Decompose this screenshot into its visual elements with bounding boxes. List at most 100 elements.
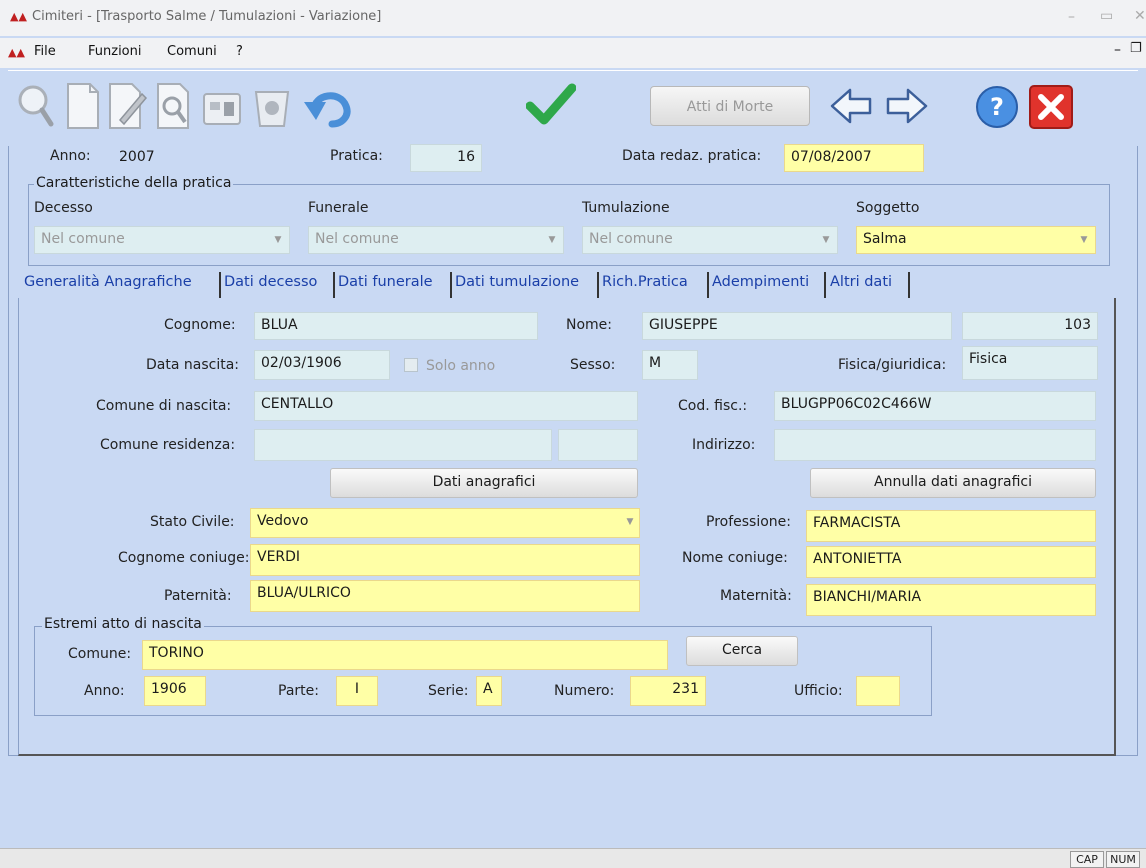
new-document-icon[interactable] xyxy=(64,82,102,130)
anno-field[interactable]: 2007 xyxy=(112,144,172,172)
cognome-coniuge-field[interactable]: VERDI xyxy=(250,544,640,576)
atto-comune-label: Comune: xyxy=(68,646,132,662)
soggetto-select[interactable]: Salma xyxy=(856,226,1096,254)
comune-nascita-field[interactable]: CENTALLO xyxy=(254,391,638,421)
tab-generalita-anagrafiche[interactable]: Generalità Anagrafiche xyxy=(24,274,192,290)
caratteristiche-title: Caratteristiche della pratica xyxy=(34,175,234,191)
comune-residenza-label: Comune residenza: xyxy=(100,437,236,453)
sesso-field[interactable]: M xyxy=(642,350,698,380)
chevron-down-icon[interactable]: ▼ xyxy=(1078,234,1090,246)
mdi-minimize-icon[interactable]: – xyxy=(1114,42,1121,58)
cerca-button[interactable]: Cerca xyxy=(686,636,798,666)
maternita-label: Maternità: xyxy=(720,588,792,604)
tumulazione-select[interactable]: Nel comune xyxy=(582,226,838,254)
app-logo-icon: ▲▲ xyxy=(10,10,27,23)
paternita-field[interactable]: BLUA/ULRICO xyxy=(250,580,640,612)
tab-adempimenti[interactable]: Adempimenti xyxy=(712,274,809,290)
cap-indicator: CAP xyxy=(1070,851,1104,868)
cognome-label: Cognome: xyxy=(164,317,236,333)
search-icon[interactable] xyxy=(14,82,54,128)
codice-field[interactable]: 103 xyxy=(962,312,1098,340)
menu-file[interactable]: File xyxy=(34,44,56,59)
chevron-down-icon[interactable]: ▼ xyxy=(272,234,284,246)
nome-field[interactable]: GIUSEPPE xyxy=(642,312,952,340)
tab-dati-decesso[interactable]: Dati decesso xyxy=(224,274,317,290)
fisica-giuridica-field[interactable]: Fisica xyxy=(962,346,1098,380)
maternita-field[interactable]: BIANCHI/MARIA xyxy=(806,584,1096,616)
comune-residenza-code-field[interactable] xyxy=(558,429,638,461)
help-icon[interactable]: ? xyxy=(974,84,1020,130)
ufficio-field[interactable] xyxy=(856,676,900,706)
annulla-dati-anagrafici-button[interactable]: Annulla dati anagrafici xyxy=(810,468,1096,498)
tab-dati-funerale[interactable]: Dati funerale xyxy=(338,274,433,290)
tab-separator xyxy=(333,272,335,298)
tab-rich-pratica[interactable]: Rich.Pratica xyxy=(602,274,688,290)
funerale-select[interactable]: Nel comune xyxy=(308,226,564,254)
svg-text:?: ? xyxy=(990,93,1004,121)
chevron-down-icon[interactable]: ▼ xyxy=(546,234,558,246)
solo-anno-label: Solo anno xyxy=(426,358,496,374)
next-record-icon[interactable] xyxy=(884,86,930,126)
nome-label: Nome: xyxy=(566,317,613,333)
undo-icon[interactable] xyxy=(300,80,356,130)
cognome-field[interactable]: BLUA xyxy=(254,312,538,340)
menu-help[interactable]: ? xyxy=(236,44,243,59)
nome-coniuge-field[interactable]: ANTONIETTA xyxy=(806,546,1096,578)
atti-di-morte-button[interactable]: Atti di Morte xyxy=(650,86,810,126)
tumulazione-label: Tumulazione xyxy=(582,200,670,216)
numero-label: Numero: xyxy=(554,683,615,699)
professione-field[interactable]: FARMACISTA xyxy=(806,510,1096,542)
app-logo-icon: ▲▲ xyxy=(8,46,25,59)
tab-altri-dati[interactable]: Altri dati xyxy=(830,274,892,290)
title-bar: ▲▲ Cimiteri - [Trasporto Salme / Tumulaz… xyxy=(0,0,1146,36)
atto-nascita-title: Estremi atto di nascita xyxy=(42,616,204,632)
minimize-icon[interactable]: – xyxy=(1068,9,1075,25)
decesso-select[interactable]: Nel comune xyxy=(34,226,290,254)
preview-document-icon[interactable] xyxy=(154,82,194,130)
soggetto-label: Soggetto xyxy=(856,200,920,216)
atto-comune-field[interactable]: TORINO xyxy=(142,640,668,670)
solo-anno-checkbox[interactable] xyxy=(404,358,418,372)
cod-fisc-field[interactable]: BLUGPP06C02C466W xyxy=(774,391,1096,421)
close-form-icon[interactable] xyxy=(1028,84,1074,130)
data-redazione-field[interactable]: 07/08/2007 xyxy=(784,144,924,172)
mdi-restore-icon[interactable]: ❐ xyxy=(1130,41,1142,56)
stato-civile-label: Stato Civile: xyxy=(150,514,235,530)
menu-bar: ▲▲ File Funzioni Comuni ? – ❐ xyxy=(0,38,1146,68)
dati-anagrafici-button[interactable]: Dati anagrafici xyxy=(330,468,638,498)
tab-separator xyxy=(707,272,709,298)
chevron-down-icon[interactable]: ▼ xyxy=(624,516,636,528)
paternita-label: Paternità: xyxy=(164,588,232,604)
previous-record-icon[interactable] xyxy=(828,86,874,126)
comune-residenza-field[interactable] xyxy=(254,429,552,461)
close-icon[interactable]: ✕ xyxy=(1134,8,1146,24)
print-icon[interactable] xyxy=(200,84,244,128)
pratica-field[interactable]: 16 xyxy=(410,144,482,172)
delete-icon[interactable] xyxy=(250,84,294,128)
numero-field[interactable]: 231 xyxy=(630,676,706,706)
data-nascita-field[interactable]: 02/03/1906 xyxy=(254,350,390,380)
tab-separator xyxy=(450,272,452,298)
tab-separator xyxy=(824,272,826,298)
stato-civile-select[interactable]: Vedovo xyxy=(250,508,640,538)
atto-anno-field[interactable]: 1906 xyxy=(144,676,206,706)
maximize-icon[interactable]: ▭ xyxy=(1100,8,1113,24)
data-nascita-label: Data nascita: xyxy=(146,357,239,373)
pratica-label: Pratica: xyxy=(330,148,383,164)
funerale-label: Funerale xyxy=(308,200,369,216)
stato-civile-value: Vedovo xyxy=(257,513,309,529)
atto-anno-label: Anno: xyxy=(84,683,125,699)
tab-separator xyxy=(219,272,221,298)
menu-funzioni[interactable]: Funzioni xyxy=(88,44,142,59)
chevron-down-icon[interactable]: ▼ xyxy=(820,234,832,246)
status-bar xyxy=(0,848,1146,868)
serie-field[interactable]: A xyxy=(476,676,502,706)
confirm-check-icon[interactable] xyxy=(526,82,576,128)
menu-comuni[interactable]: Comuni xyxy=(167,44,217,59)
tab-separator xyxy=(908,272,910,298)
tumulazione-value: Nel comune xyxy=(589,231,673,247)
edit-document-icon[interactable] xyxy=(106,82,148,130)
parte-field[interactable]: I xyxy=(336,676,378,706)
indirizzo-field[interactable] xyxy=(774,429,1096,461)
tab-dati-tumulazione[interactable]: Dati tumulazione xyxy=(455,274,579,290)
